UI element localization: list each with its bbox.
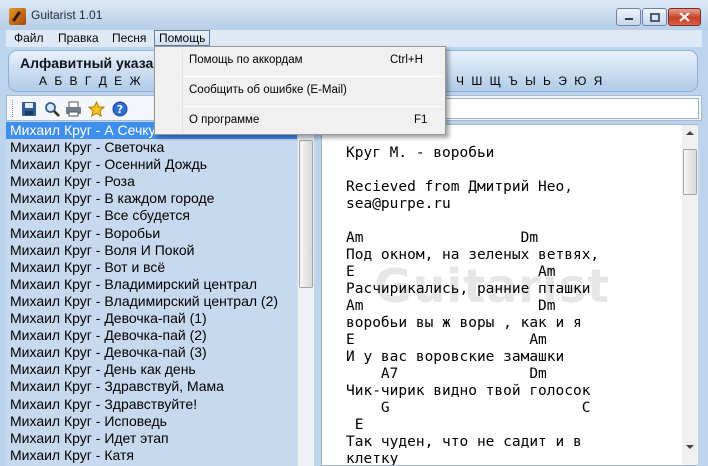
menu-separator — [183, 76, 443, 77]
lyrics-text: Круг М. - воробьи Recieved from Дмитрий … — [346, 145, 600, 466]
minimize-icon — [624, 18, 633, 20]
close-icon — [679, 12, 690, 22]
toolbar-grip — [12, 100, 14, 117]
alphabet-letters-left[interactable]: А Б В Г Д Е Ж — [39, 74, 141, 88]
menu-item-label: Сообщить об ошибке (E-Mail) — [189, 84, 347, 96]
menu-item-label: О программе — [189, 114, 260, 126]
lyrics-scrollbar[interactable] — [682, 125, 698, 465]
favorite-star-icon[interactable] — [87, 99, 106, 118]
menu-item-shortcut: F1 — [414, 114, 428, 126]
lyrics-scroll-thumb[interactable] — [683, 149, 697, 195]
song-list-item[interactable]: Михаил Круг - Владимирский централ (2) — [6, 293, 297, 310]
song-list-item[interactable]: Михаил Круг - Все сбудется — [6, 207, 297, 224]
maximize-icon — [649, 12, 660, 22]
scroll-down-arrow-icon[interactable] — [686, 445, 694, 449]
svg-text:?: ? — [116, 103, 122, 116]
help-dropdown-menu: Помощь по аккордам Ctrl+H Сообщить об ош… — [154, 46, 446, 135]
menu-help[interactable]: Помощь — [154, 30, 211, 46]
song-list-item[interactable]: Михаил Круг - Катя — [6, 447, 297, 464]
menu-file[interactable]: Файл — [10, 30, 48, 47]
song-list-item[interactable]: Михаил Круг - Девочка-пай (1) — [6, 310, 297, 327]
maximize-button[interactable] — [642, 8, 667, 26]
song-list-item[interactable]: Михаил Круг - Осенний Дождь — [6, 156, 297, 173]
menu-song[interactable]: Песня — [108, 30, 150, 47]
guitar-app-icon — [9, 8, 26, 25]
song-list-item[interactable]: Михаил Круг - Девочка-пай (3) — [6, 344, 297, 361]
menu-item-report-bug[interactable]: Сообщить об ошибке (E-Mail) — [156, 80, 444, 102]
search-icon[interactable] — [42, 99, 61, 118]
scroll-up-arrow-icon[interactable] — [686, 131, 694, 135]
song-list: Михаил Круг - А Сечку Михаил Круг - Свет… — [6, 122, 297, 466]
song-list-item[interactable]: Михаил Круг - Роза — [6, 173, 297, 190]
close-button[interactable] — [668, 8, 701, 26]
menu-item-label: Помощь по аккордам — [189, 54, 303, 66]
song-list-scrollbar[interactable] — [297, 122, 314, 466]
lyrics-view[interactable]: Guitarist Круг М. - воробьи Recieved fro… — [321, 124, 698, 466]
menu-separator — [183, 106, 443, 107]
print-icon[interactable] — [64, 99, 83, 118]
title-bar: Guitarist 1.01 — [0, 0, 708, 30]
menu-item-chord-help[interactable]: Помощь по аккордам Ctrl+H — [156, 50, 444, 72]
menu-item-shortcut: Ctrl+H — [390, 54, 423, 66]
help-icon[interactable]: ? — [110, 99, 129, 118]
song-list-item[interactable]: Михаил Круг - Здравствуйте! — [6, 396, 297, 413]
song-list-item[interactable]: Михаил Круг - В каждом городе — [6, 190, 297, 207]
song-list-item[interactable]: Михаил Круг - Владимирский централ — [6, 276, 297, 293]
alphabet-index-title: Алфавитный указа — [20, 55, 154, 71]
menu-bar: Файл Правка Песня Помощь — [6, 30, 702, 47]
song-list-item[interactable]: Михаил Круг - Воля И Покой — [6, 242, 297, 259]
window-title: Guitarist 1.01 — [31, 8, 103, 22]
menu-item-about[interactable]: О программе F1 — [156, 110, 444, 132]
song-list-item[interactable]: Михаил Круг - Воробьи — [6, 225, 297, 242]
song-list-item[interactable]: Михаил Круг - Исповедь — [6, 413, 297, 430]
song-list-item[interactable]: Михаил Круг - Светочка — [6, 139, 297, 156]
song-list-item[interactable]: Михаил Круг - Здравствуй, Мама — [6, 378, 297, 395]
song-list-item[interactable]: Михаил Круг - Идет этап — [6, 430, 297, 447]
song-list-scroll-thumb[interactable] — [299, 140, 313, 288]
save-icon[interactable] — [19, 99, 38, 118]
minimize-button[interactable] — [616, 8, 641, 26]
song-list-item[interactable]: Михаил Круг - Девочка-пай (2) — [6, 327, 297, 344]
alphabet-letters-right[interactable]: Ч Ш Щ Ъ Ы Ь Э Ю Я — [456, 74, 602, 88]
song-list-item[interactable]: Михаил Круг - Вот и всё — [6, 259, 297, 276]
song-list-item[interactable]: Михаил Круг - День как день — [6, 361, 297, 378]
menu-edit[interactable]: Правка — [54, 30, 103, 47]
